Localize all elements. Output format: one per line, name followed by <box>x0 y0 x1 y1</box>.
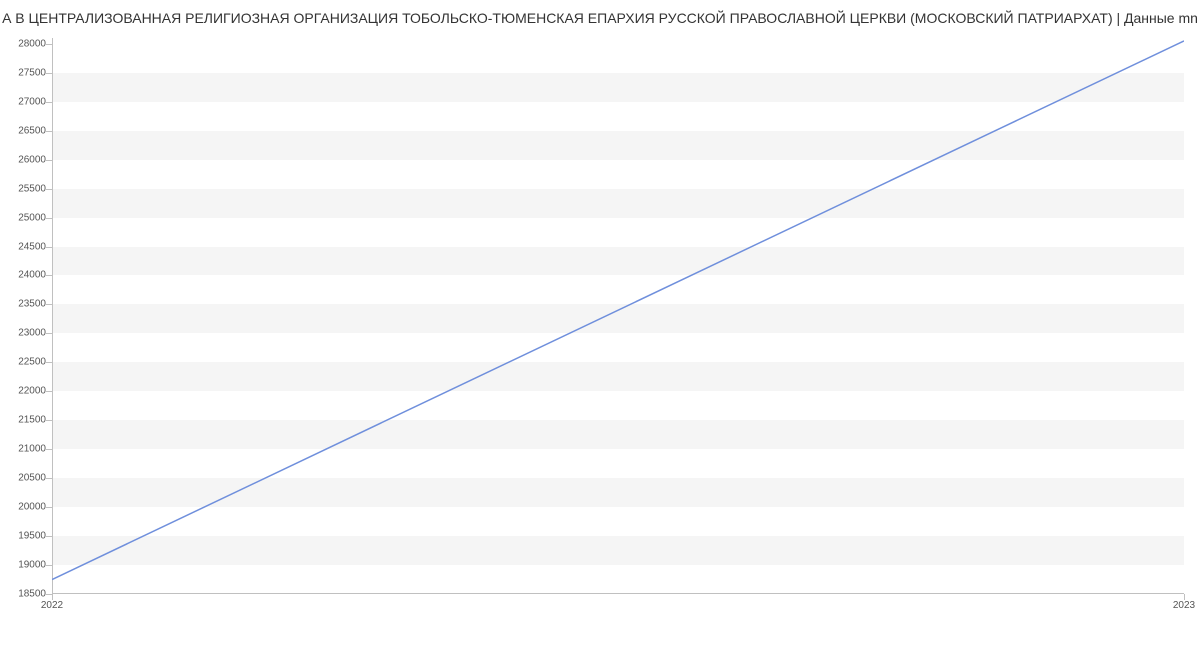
grid-band <box>52 478 1184 507</box>
grid-band <box>52 536 1184 565</box>
grid-band <box>52 420 1184 449</box>
y-tick-label: 24000 <box>18 270 46 281</box>
chart-plot-area <box>52 38 1184 594</box>
y-tick-label: 23500 <box>18 299 46 310</box>
grid-band <box>52 131 1184 160</box>
y-tick-label: 23000 <box>18 328 46 339</box>
chart-title: А В ЦЕНТРАЛИЗОВАННАЯ РЕЛИГИОЗНАЯ ОРГАНИЗ… <box>0 10 1200 26</box>
x-tick-label: 2022 <box>41 600 63 611</box>
y-tick-label: 19000 <box>18 560 46 571</box>
y-tick-label: 18500 <box>18 589 46 600</box>
y-tick-label: 26500 <box>18 125 46 136</box>
y-tick-label: 22500 <box>18 357 46 368</box>
x-tick-label: 2023 <box>1173 600 1195 611</box>
y-tick-label: 19500 <box>18 531 46 542</box>
grid-band <box>52 362 1184 391</box>
y-tick-label: 26000 <box>18 154 46 165</box>
y-tick-label: 27000 <box>18 96 46 107</box>
y-tick-label: 24500 <box>18 241 46 252</box>
x-axis-line <box>52 593 1184 594</box>
y-tick-label: 21000 <box>18 444 46 455</box>
y-tick-label: 27500 <box>18 67 46 78</box>
y-tick-label: 20500 <box>18 473 46 484</box>
y-tick-label: 22000 <box>18 386 46 397</box>
y-tick-label: 28000 <box>18 38 46 49</box>
grid-band <box>52 189 1184 218</box>
y-tick-label: 21500 <box>18 415 46 426</box>
y-tick-label: 25500 <box>18 183 46 194</box>
y-tick-label: 20000 <box>18 502 46 513</box>
grid-band <box>52 73 1184 102</box>
y-tick-label: 25000 <box>18 212 46 223</box>
grid-band <box>52 304 1184 333</box>
grid-band <box>52 247 1184 276</box>
y-axis-line <box>52 38 53 594</box>
